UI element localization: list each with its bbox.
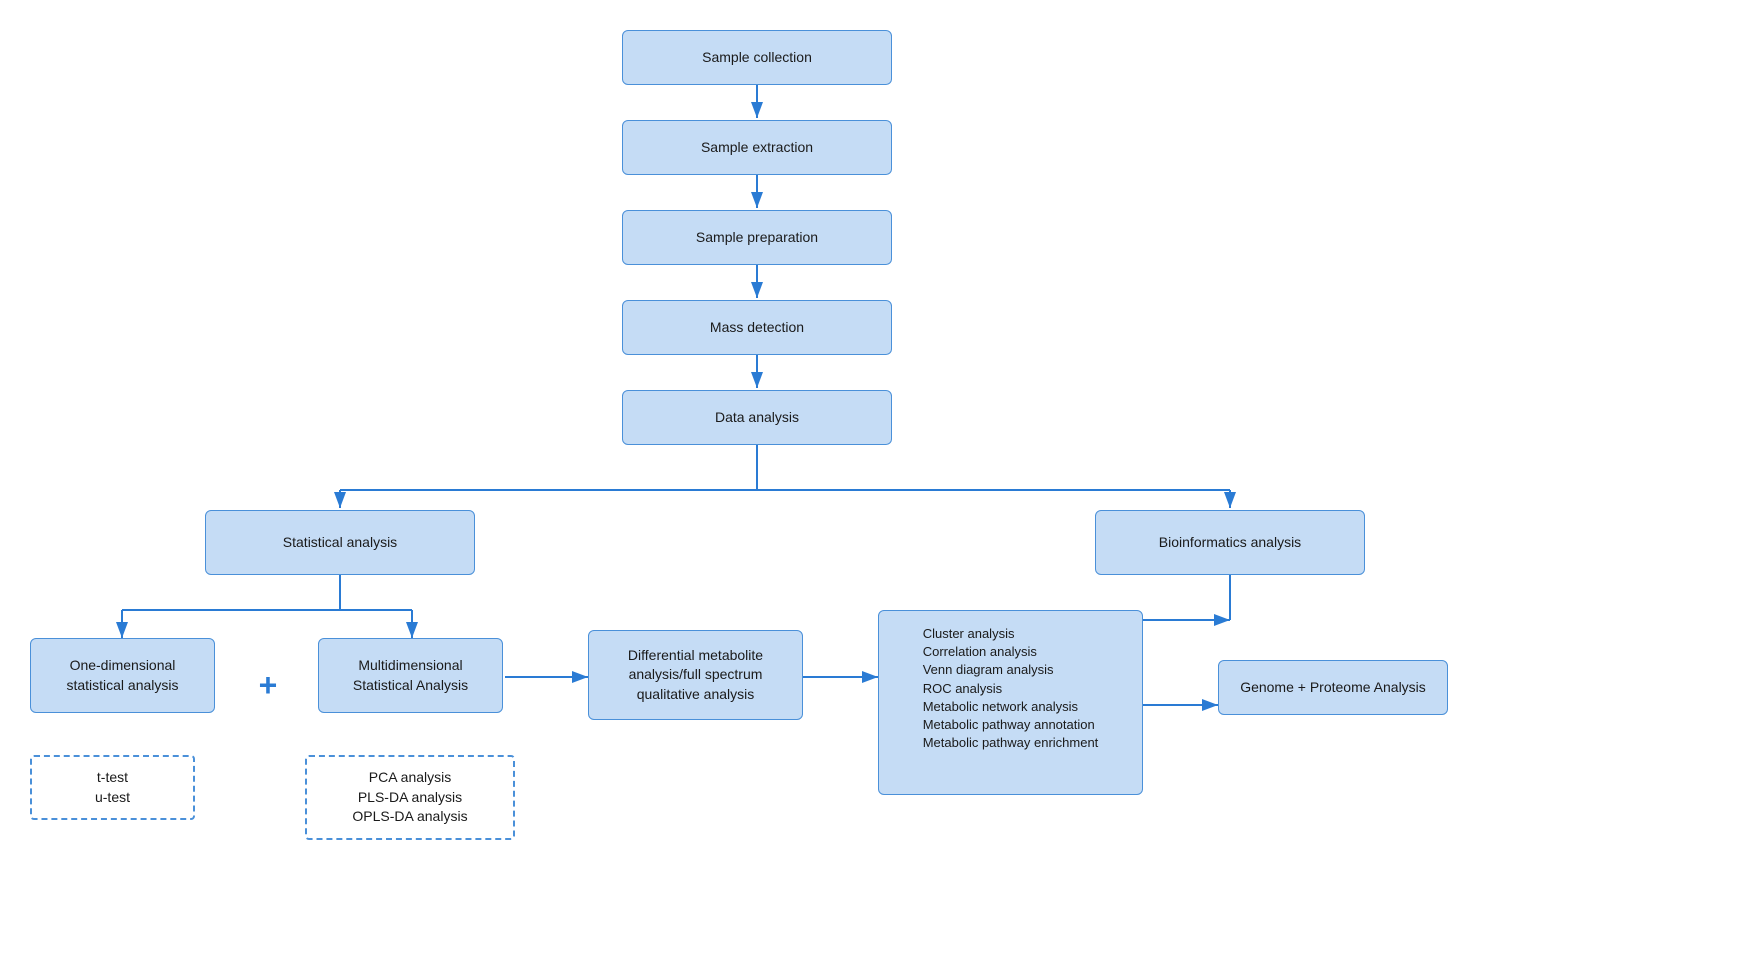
flowchart-diagram: Sample collection Sample extraction Samp… — [0, 0, 1764, 973]
pca-analysis-box: PCA analysis PLS-DA analysis OPLS-DA ana… — [305, 755, 515, 840]
plus-sign: + — [228, 655, 308, 715]
bioinformatics-sub-box: Cluster analysis Correlation analysis Ve… — [878, 610, 1143, 795]
mass-detection-box: Mass detection — [622, 300, 892, 355]
sample-preparation-box: Sample preparation — [622, 210, 892, 265]
bioinformatics-analysis-box: Bioinformatics analysis — [1095, 510, 1365, 575]
sample-extraction-box: Sample extraction — [622, 120, 892, 175]
differential-metabolite-box: Differential metabolite analysis/full sp… — [588, 630, 803, 720]
t-test-box: t-test u-test — [30, 755, 195, 820]
statistical-analysis-box: Statistical analysis — [205, 510, 475, 575]
sample-collection-box: Sample collection — [622, 30, 892, 85]
genome-proteome-box: Genome + Proteome Analysis — [1218, 660, 1448, 715]
data-analysis-box: Data analysis — [622, 390, 892, 445]
one-dimensional-box: One-dimensional statistical analysis — [30, 638, 215, 713]
multidimensional-box: Multidimensional Statistical Analysis — [318, 638, 503, 713]
